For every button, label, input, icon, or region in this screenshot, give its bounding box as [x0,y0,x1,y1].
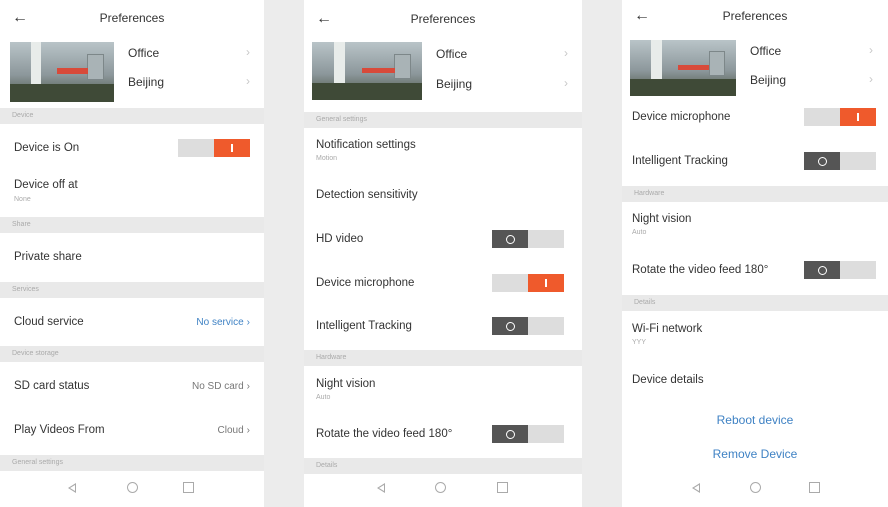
preferences-screen-2: ← Preferences Office › Beijing › General… [304,0,582,507]
nav-home-icon[interactable] [435,482,446,493]
nav-recent-icon[interactable] [183,482,194,493]
intelligent-tracking-label: Intelligent Tracking [632,155,728,167]
device-off-at-value: None [14,196,31,203]
nav-recent-icon[interactable] [497,482,508,493]
camera-thumbnail[interactable] [10,42,114,102]
intelligent-tracking-toggle[interactable] [804,152,876,170]
system-nav-bar [304,469,582,507]
section-header-services: Services [0,282,264,298]
rotate-video-label: Rotate the video feed 180° [632,264,769,276]
chevron-right-icon: › [246,74,250,88]
rotate-video-toggle[interactable] [492,425,564,443]
page-title: Preferences [99,11,165,25]
section-header-hardware: Hardware [304,350,582,366]
camera-city[interactable]: Beijing [436,77,472,91]
sd-card-status-label[interactable]: SD card status [14,380,89,392]
wifi-network-label[interactable]: Wi-Fi network [632,323,702,335]
camera-thumbnail[interactable] [630,40,736,96]
section-header-share: Share [0,217,264,233]
camera-location[interactable]: Office [128,46,159,60]
night-vision-label[interactable]: Night vision [632,213,691,225]
system-nav-bar [0,469,264,507]
intelligent-tracking-toggle[interactable] [492,317,564,335]
chevron-right-icon: › [564,46,568,60]
chevron-right-icon: › [246,381,250,392]
system-nav-bar [622,469,888,507]
remove-device-button[interactable]: Remove Device [622,447,888,461]
hd-video-label: HD video [316,233,364,245]
notification-settings-value: Motion [316,155,338,162]
intelligent-tracking-label: Intelligent Tracking [316,320,412,332]
nav-home-icon[interactable] [127,482,138,493]
device-details-item[interactable]: Device details [632,374,704,386]
wifi-network-value: YYY [632,339,647,346]
page-title: Preferences [410,12,476,26]
chevron-right-icon: › [564,76,568,90]
camera-location[interactable]: Office [436,47,467,61]
section-header-storage: Device storage [0,346,264,362]
device-microphone-label: Device microphone [632,111,731,123]
device-microphone-label: Device microphone [316,277,415,289]
notification-settings-label[interactable]: Notification settings [316,139,416,151]
night-vision-label[interactable]: Night vision [316,378,375,390]
night-vision-value: Auto [316,394,331,401]
camera-thumbnail[interactable] [312,42,422,100]
chevron-right-icon: › [869,72,873,86]
private-share-item[interactable]: Private share [14,251,82,263]
play-videos-from-value[interactable]: Cloud › [218,425,250,436]
section-header-details: Details [622,295,888,311]
reboot-device-button[interactable]: Reboot device [622,413,888,427]
sd-card-status-value[interactable]: No SD card › [192,381,250,392]
nav-back-icon[interactable] [68,483,76,493]
nav-back-icon[interactable] [377,483,385,493]
night-vision-value: Auto [632,229,647,236]
page-title: Preferences [722,9,788,23]
device-microphone-toggle[interactable] [804,108,876,126]
preferences-screen-1: ← Preferences Office › Beijing › Device … [0,0,264,507]
nav-back-icon[interactable] [692,483,700,493]
detection-sensitivity-item[interactable]: Detection sensitivity [316,189,418,201]
device-off-at-label[interactable]: Device off at [14,179,78,191]
chevron-right-icon: › [246,317,250,328]
device-on-label: Device is On [14,142,80,154]
camera-location[interactable]: Office [750,44,781,58]
camera-city[interactable]: Beijing [128,75,164,89]
device-microphone-toggle[interactable] [492,274,564,292]
rotate-video-label: Rotate the video feed 180° [316,428,453,440]
nav-home-icon[interactable] [750,482,761,493]
cloud-service-label[interactable]: Cloud service [14,316,84,328]
section-header-hardware: Hardware [622,186,888,202]
hd-video-toggle[interactable] [492,230,564,248]
chevron-right-icon: › [246,425,250,436]
nav-recent-icon[interactable] [809,482,820,493]
section-header-general: General settings [304,112,582,128]
chevron-right-icon: › [869,43,873,57]
rotate-video-toggle[interactable] [804,261,876,279]
camera-city[interactable]: Beijing [750,73,786,87]
play-videos-from-label[interactable]: Play Videos From [14,424,105,436]
chevron-right-icon: › [246,45,250,59]
device-on-toggle[interactable] [178,139,250,157]
section-header-device: Device [0,108,264,124]
preferences-screen-3: ← Preferences Office › Beijing › Device … [622,0,888,507]
cloud-service-value[interactable]: No service › [196,317,250,328]
